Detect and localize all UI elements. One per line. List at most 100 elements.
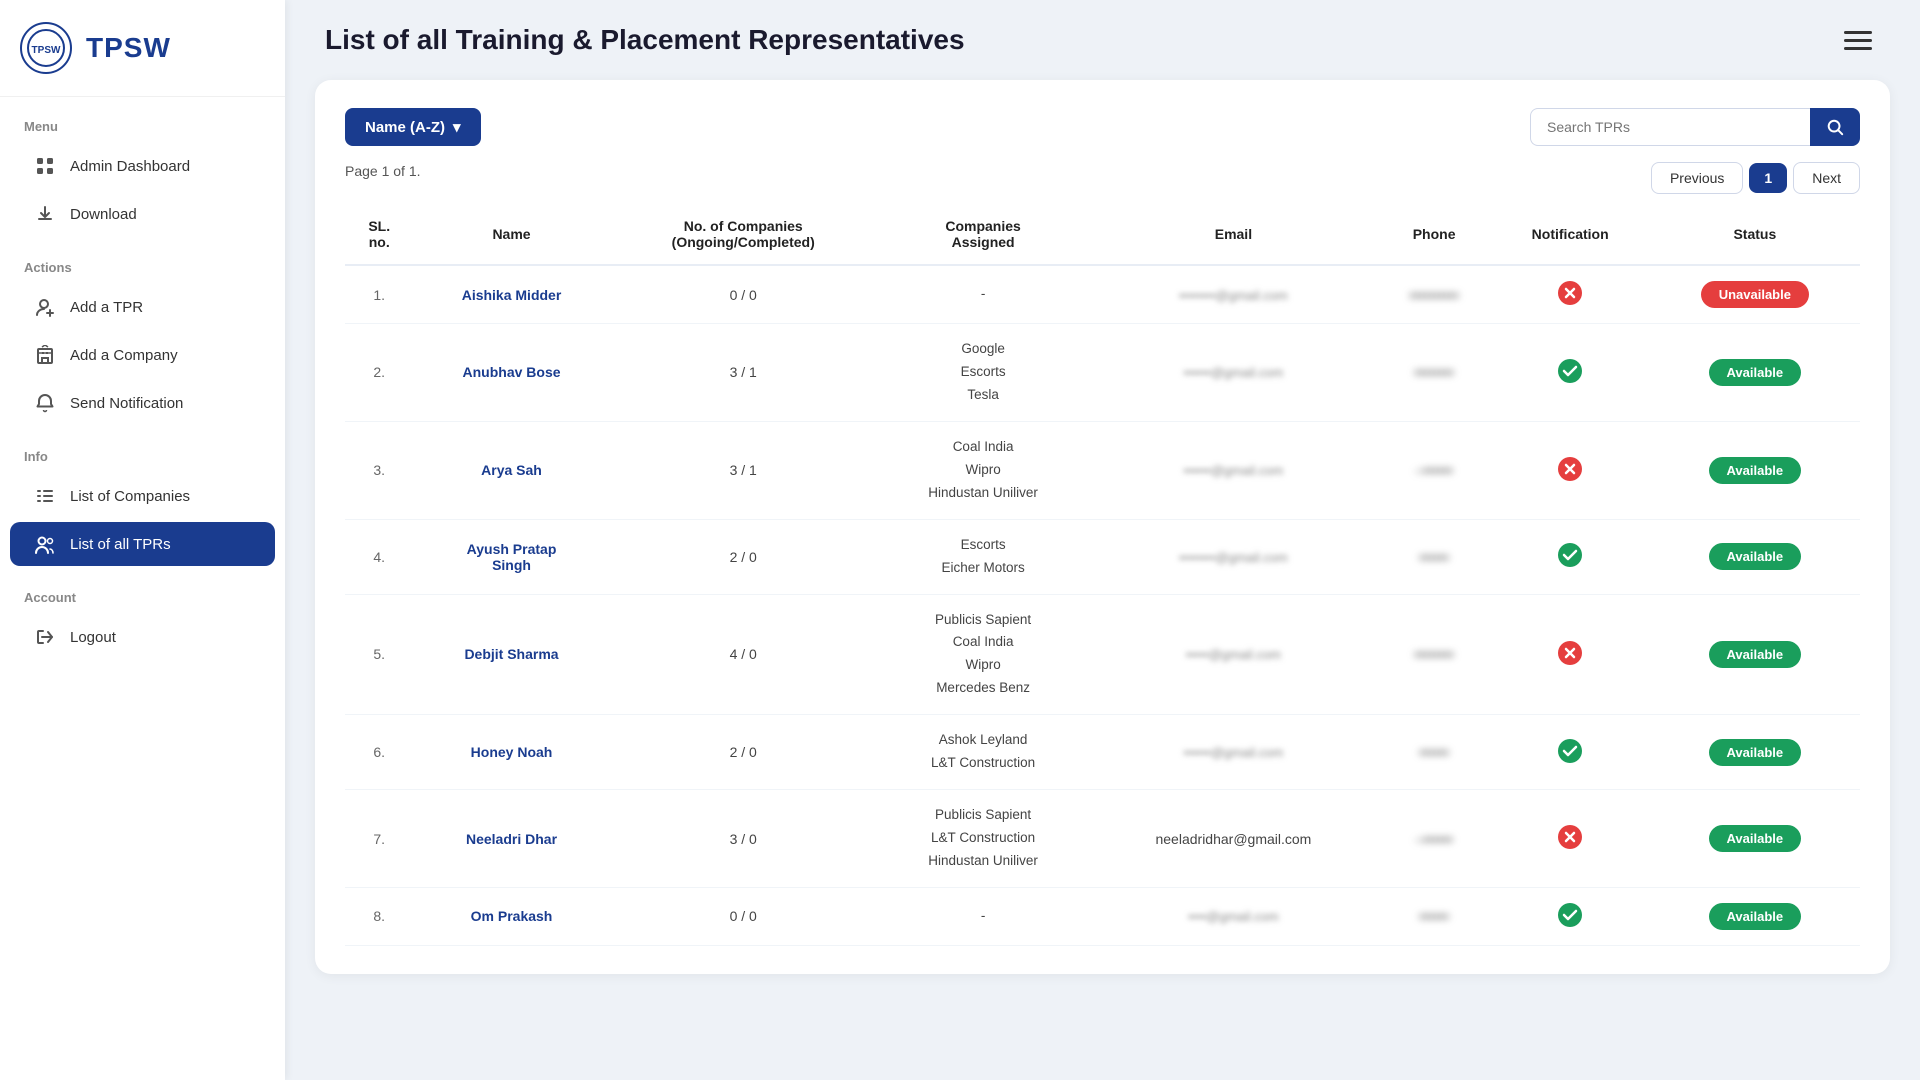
cell-companies-count: 2 / 0 xyxy=(610,715,877,790)
cell-name[interactable]: Honey Noah xyxy=(413,715,609,790)
cell-name[interactable]: Om Prakash xyxy=(413,887,609,945)
cell-status: Available xyxy=(1650,421,1860,519)
cell-notification xyxy=(1491,887,1650,945)
status-badge: Available xyxy=(1709,825,1802,852)
cross-circle-icon xyxy=(1557,456,1583,482)
sidebar-item-download[interactable]: Download xyxy=(10,192,275,236)
topbar: List of all Training & Placement Represe… xyxy=(285,0,1920,80)
sidebar-item-download-label: Download xyxy=(70,206,137,223)
cell-notification xyxy=(1491,594,1650,715)
sidebar-item-send-notification-label: Send Notification xyxy=(70,395,183,412)
next-button[interactable]: Next xyxy=(1793,162,1860,194)
sidebar-item-list-companies[interactable]: List of Companies xyxy=(10,474,275,518)
col-companies-assigned: CompaniesAssigned xyxy=(877,204,1089,265)
menu-section-label: Menu xyxy=(0,97,285,142)
sidebar-item-list-tprs[interactable]: List of all TPRs xyxy=(10,522,275,566)
svg-text:TPSW: TPSW xyxy=(32,45,61,56)
col-phone: Phone xyxy=(1378,204,1491,265)
search-input[interactable] xyxy=(1530,108,1810,146)
grid-icon xyxy=(34,155,56,177)
page-title: List of all Training & Placement Represe… xyxy=(325,24,965,56)
cell-email: ••••••@gmail.com xyxy=(1089,715,1377,790)
sidebar-item-logout-label: Logout xyxy=(70,629,116,646)
table-row: 5.Debjit Sharma4 / 0Publicis SapientCoal… xyxy=(345,594,1860,715)
toolbar: Name (A-Z) ▾ xyxy=(345,108,1860,146)
table-row: 8.Om Prakash0 / 0-••••@gmail.com•••••• A… xyxy=(345,887,1860,945)
logo-icon: TPSW xyxy=(20,22,72,74)
tpr-name-link[interactable]: Ayush Pratap xyxy=(467,541,557,557)
person-plus-icon xyxy=(34,296,56,318)
sidebar-item-admin-dashboard[interactable]: Admin Dashboard xyxy=(10,144,275,188)
actions-section-label: Actions xyxy=(0,238,285,283)
cell-companies-count: 4 / 0 xyxy=(610,594,877,715)
building-icon xyxy=(34,344,56,366)
cell-status: Available xyxy=(1650,715,1860,790)
cell-status: Available xyxy=(1650,324,1860,422)
cell-name[interactable]: Ayush PratapSingh xyxy=(413,519,609,594)
cell-name[interactable]: Neeladri Dhar xyxy=(413,790,609,888)
tpr-name-link[interactable]: Honey Noah xyxy=(471,744,553,760)
table-row: 2.Anubhav Bose3 / 1GoogleEscortsTesla•••… xyxy=(345,324,1860,422)
cell-status: Unavailable xyxy=(1650,265,1860,324)
logo-text: TPSW xyxy=(86,32,171,64)
cell-companies-count: 2 / 0 xyxy=(610,519,877,594)
cell-name[interactable]: Debjit Sharma xyxy=(413,594,609,715)
previous-button[interactable]: Previous xyxy=(1651,162,1743,194)
status-badge: Available xyxy=(1709,903,1802,930)
table-row: 4.Ayush PratapSingh2 / 0EscortsEicher Mo… xyxy=(345,519,1860,594)
bell-icon xyxy=(34,392,56,414)
sidebar-item-logout[interactable]: Logout xyxy=(10,615,275,659)
check-circle-icon xyxy=(1557,902,1583,928)
cell-companies-assigned: - xyxy=(877,265,1089,324)
check-circle-icon xyxy=(1557,542,1583,568)
download-icon xyxy=(34,203,56,225)
tpr-name-link[interactable]: Neeladri Dhar xyxy=(466,831,557,847)
cell-status: Available xyxy=(1650,790,1860,888)
cell-phone: •••••••• xyxy=(1378,324,1491,422)
status-badge: Unavailable xyxy=(1701,281,1809,308)
sort-button[interactable]: Name (A-Z) ▾ xyxy=(345,108,481,146)
table-row: 1.Aishika Midder0 / 0-••••••••@gmail.com… xyxy=(345,265,1860,324)
sidebar: TPSW TPSW Menu Admin Dashboard Download … xyxy=(0,0,285,1080)
tpr-name-link[interactable]: Anubhav Bose xyxy=(463,364,561,380)
search-button[interactable] xyxy=(1810,108,1860,146)
people-icon xyxy=(34,533,56,555)
cell-companies-count: 3 / 0 xyxy=(610,790,877,888)
sidebar-item-list-tprs-label: List of all TPRs xyxy=(70,536,171,553)
dropdown-arrow-icon: ▾ xyxy=(453,118,461,136)
tpr-table: SL.no. Name No. of Companies(Ongoing/Com… xyxy=(345,204,1860,946)
table-row: 3.Arya Sah3 / 1Coal IndiaWiproHindustan … xyxy=(345,421,1860,519)
check-circle-icon xyxy=(1557,738,1583,764)
sidebar-item-add-company[interactable]: Add a Company xyxy=(10,333,275,377)
cell-phone: –•••••• xyxy=(1378,421,1491,519)
col-email: Email xyxy=(1089,204,1377,265)
sidebar-item-add-tpr[interactable]: Add a TPR xyxy=(10,285,275,329)
status-badge: Available xyxy=(1709,543,1802,570)
cell-name[interactable]: Anubhav Bose xyxy=(413,324,609,422)
sidebar-item-send-notification[interactable]: Send Notification xyxy=(10,381,275,425)
cell-companies-assigned: EscortsEicher Motors xyxy=(877,519,1089,594)
sidebar-item-add-company-label: Add a Company xyxy=(70,347,178,364)
cell-companies-assigned: Publicis SapientCoal IndiaWiproMercedes … xyxy=(877,594,1089,715)
tpr-name-link[interactable]: Arya Sah xyxy=(481,462,542,478)
cell-companies-assigned: Publicis SapientL&T ConstructionHindusta… xyxy=(877,790,1089,888)
cell-email: ••••••@gmail.com xyxy=(1089,421,1377,519)
tpr-name-link[interactable]: Singh xyxy=(492,557,531,573)
sort-label: Name (A-Z) xyxy=(365,119,445,136)
cell-companies-assigned: Coal IndiaWiproHindustan Uniliver xyxy=(877,421,1089,519)
cell-phone: –•••••• xyxy=(1378,790,1491,888)
main-card: Name (A-Z) ▾ Page 1 of 1. xyxy=(315,80,1890,974)
hamburger-menu[interactable] xyxy=(1844,22,1880,58)
tpr-name-link[interactable]: Debjit Sharma xyxy=(464,646,558,662)
cell-sl-no: 6. xyxy=(345,715,413,790)
tpr-name-link[interactable]: Aishika Midder xyxy=(462,287,562,303)
status-badge: Available xyxy=(1709,457,1802,484)
content-area: Name (A-Z) ▾ Page 1 of 1. xyxy=(285,80,1920,1080)
current-page-button[interactable]: 1 xyxy=(1749,163,1787,193)
cell-name[interactable]: Aishika Midder xyxy=(413,265,609,324)
check-circle-icon xyxy=(1557,358,1583,384)
table-header-row: SL.no. Name No. of Companies(Ongoing/Com… xyxy=(345,204,1860,265)
cell-notification xyxy=(1491,519,1650,594)
cell-name[interactable]: Arya Sah xyxy=(413,421,609,519)
tpr-name-link[interactable]: Om Prakash xyxy=(471,908,553,924)
